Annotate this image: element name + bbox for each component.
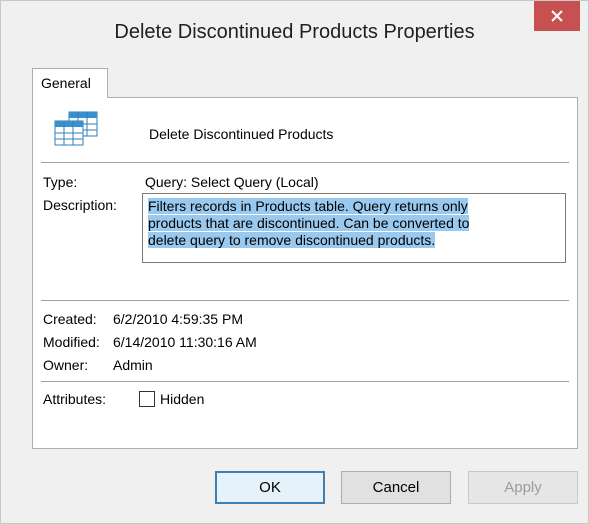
description-line: Filters records in Products table. Query… — [148, 198, 468, 214]
description-text: Filters records in Products table. Query… — [148, 198, 548, 249]
created-label: Created: — [43, 311, 97, 327]
separator-top — [41, 162, 569, 163]
apply-button[interactable]: Apply — [468, 471, 578, 504]
ok-button[interactable]: OK — [215, 471, 325, 504]
modified-label: Modified: — [43, 334, 100, 350]
separator-bottom — [41, 381, 569, 382]
close-icon — [551, 10, 563, 22]
close-button[interactable] — [534, 1, 580, 31]
modified-value: 6/14/2010 11:30:16 AM — [113, 334, 257, 350]
tab-general-label: General — [41, 75, 91, 91]
query-table-icon — [54, 111, 98, 146]
type-label: Type: — [43, 174, 78, 190]
created-value: 6/2/2010 4:59:35 PM — [113, 311, 243, 327]
dialog-title: Delete Discontinued Products Properties — [114, 21, 475, 43]
owner-label: Owner: — [43, 357, 89, 373]
tab-general[interactable]: General — [32, 68, 108, 98]
hidden-checkbox[interactable] — [139, 391, 155, 407]
query-name: Delete Discontinued Products — [149, 126, 334, 142]
cancel-button[interactable]: Cancel — [341, 471, 451, 504]
properties-dialog: Delete Discontinued Products Properties … — [0, 0, 589, 524]
hidden-checkbox-label[interactable]: Hidden — [160, 391, 204, 407]
description-line: products that are discontinued. Can be c… — [148, 215, 470, 231]
separator-middle — [41, 300, 569, 301]
type-value: Query: Select Query (Local) — [145, 174, 319, 190]
owner-value: Admin — [113, 357, 153, 373]
attributes-label: Attributes: — [43, 391, 107, 407]
description-label: Description: — [43, 197, 117, 213]
title-bar[interactable]: Delete Discontinued Products Properties — [1, 1, 588, 61]
general-panel: Delete Discontinued Products Type: Query… — [32, 97, 578, 449]
description-line: delete query to remove discontinued prod… — [148, 232, 436, 248]
description-field[interactable]: Filters records in Products table. Query… — [142, 193, 566, 263]
